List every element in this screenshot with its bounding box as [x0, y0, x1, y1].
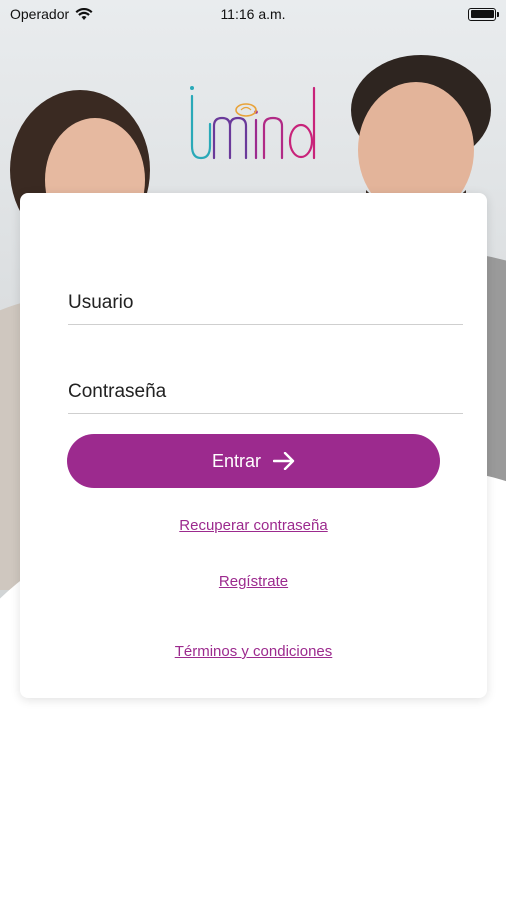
status-bar: Operador 11:16 a.m.: [0, 0, 506, 28]
username-input[interactable]: [68, 283, 463, 323]
recover-password-link[interactable]: Recuperar contraseña: [20, 517, 487, 534]
battery-icon: [468, 7, 499, 21]
login-card: Entrar Recuperar contraseña Regístrate T…: [20, 193, 487, 698]
battery-fill: [470, 10, 494, 18]
login-submit-label: Entrar: [211, 450, 262, 471]
password-field-container: [68, 368, 463, 414]
imind-logo: [190, 86, 316, 160]
status-time: 11:16 a.m.: [220, 6, 286, 22]
login-submit-button[interactable]: Entrar: [67, 434, 440, 488]
arrow-right-icon: [273, 452, 295, 470]
terms-link[interactable]: Términos y condiciones: [20, 643, 487, 660]
username-field-container: [68, 279, 463, 325]
register-link[interactable]: Regístrate: [20, 573, 487, 590]
password-input[interactable]: [68, 372, 463, 412]
